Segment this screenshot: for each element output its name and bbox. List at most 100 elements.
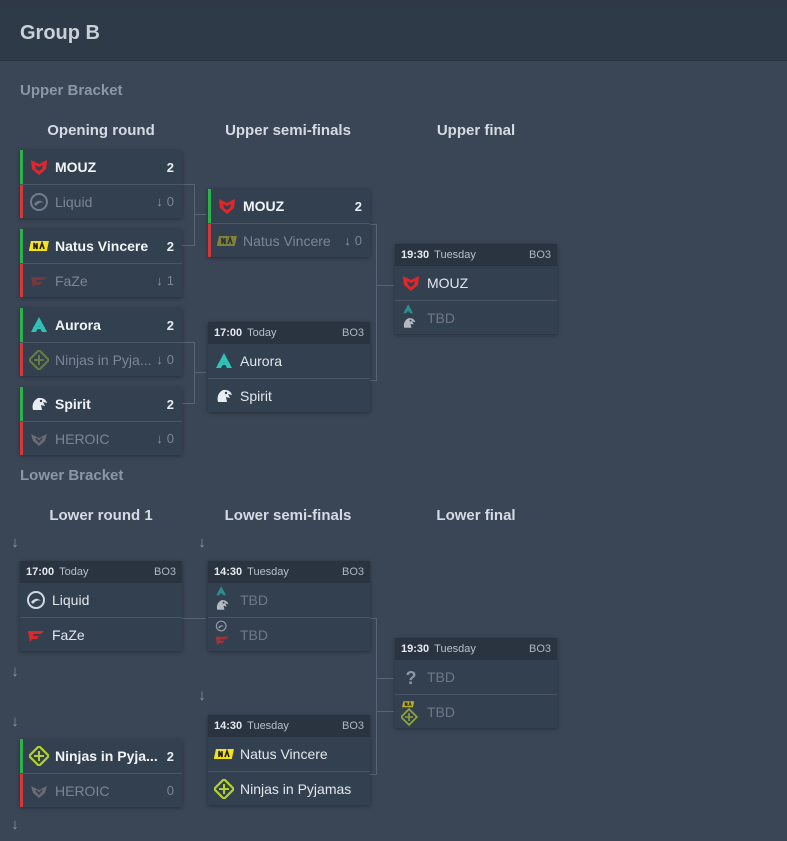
- team-row: HEROIC ↓ 0: [20, 421, 182, 455]
- team-row: FaZe: [20, 617, 182, 651]
- connector: [376, 285, 394, 287]
- team-name: Liquid: [52, 592, 90, 608]
- navi-logo-icon: [217, 231, 237, 251]
- team-name: TBD: [427, 703, 455, 720]
- match-card-opening-1[interactable]: MOUZ 2 Liquid ↓ 0: [20, 150, 182, 218]
- drop-arrow-icon: ↓: [11, 663, 19, 680]
- team-row: Ninjas in Pyja... ↓ 0: [20, 342, 182, 376]
- team-row: Aurora 2: [20, 308, 182, 342]
- match-card-opening-4[interactable]: Spirit 2 HEROIC ↓ 0: [20, 387, 182, 455]
- match-time: 17:00: [26, 566, 55, 578]
- team-row: FaZe ↓ 1: [20, 263, 182, 297]
- drop-arrow-icon: ↓: [198, 534, 206, 551]
- connector: [194, 214, 206, 216]
- group-title: Group B: [20, 22, 100, 44]
- match-card-opening-2[interactable]: Natus Vincere 2 FaZe ↓ 1: [20, 229, 182, 297]
- team-row: TBD: [208, 583, 370, 617]
- team-row: TBD: [395, 660, 557, 694]
- match-header: 19:30 Tuesday BO3: [395, 638, 557, 660]
- team-name: MOUZ: [243, 198, 285, 214]
- team-row: HEROIC 0: [20, 773, 182, 807]
- aurora-spirit-logo-icon: [401, 303, 421, 328]
- match-card-opening-3[interactable]: Aurora 2 Ninjas in Pyja... ↓ 0: [20, 308, 182, 376]
- team-row: TBD: [395, 694, 557, 728]
- match-card-lower-semi-1[interactable]: 14:30 Tuesday BO3 TBD TBD: [208, 561, 370, 651]
- team-score: 0: [166, 431, 174, 446]
- team-name: TBD: [427, 309, 455, 326]
- match-day: Tuesday: [434, 643, 476, 655]
- match-time: 19:30: [401, 249, 430, 261]
- connector: [194, 372, 206, 374]
- team-name: TBD: [240, 592, 268, 608]
- drop-arrow-icon: ↓: [11, 713, 19, 730]
- team-name: Ninjas in Pyjamas: [240, 780, 352, 797]
- faze-logo-icon: [29, 271, 49, 291]
- match-header: 17:00 Today BO3: [20, 561, 182, 583]
- connector: [370, 224, 377, 381]
- team-name: Natus Vincere: [55, 238, 149, 254]
- round-title-lower-final: Lower final: [436, 507, 516, 524]
- team-name: MOUZ: [55, 159, 97, 175]
- round-title-opening: Opening round: [47, 122, 155, 139]
- team-row: TBD: [208, 617, 370, 651]
- team-row: Liquid ↓ 0: [20, 184, 182, 218]
- match-card-upper-semi-2[interactable]: 17:00 Today BO3 Aurora Spirit: [208, 322, 370, 412]
- team-score: 2: [166, 159, 174, 175]
- drop-arrow-icon: ↓: [11, 534, 19, 551]
- liquid-logo-icon: [29, 192, 49, 212]
- match-time: 17:00: [214, 327, 243, 339]
- team-name: Natus Vincere: [240, 746, 328, 762]
- upper-bracket-title: Upper Bracket: [20, 82, 123, 99]
- team-row: MOUZ 2: [208, 189, 370, 223]
- drop-arrow-icon: ↓: [198, 687, 206, 704]
- team-score: 0: [354, 233, 362, 248]
- team-name: Natus Vincere: [243, 232, 331, 249]
- liquid-logo-icon: [26, 590, 46, 610]
- team-row: Aurora: [208, 344, 370, 378]
- match-time: 14:30: [214, 566, 243, 578]
- team-row: Natus Vincere 2: [20, 229, 182, 263]
- connector: [376, 711, 394, 713]
- aurora-logo-icon: [214, 351, 234, 371]
- team-row: Natus Vincere: [208, 737, 370, 771]
- drop-down-arrow-icon: ↓: [156, 273, 163, 288]
- round-title-upper-semi: Upper semi-finals: [225, 122, 351, 139]
- team-score: 2: [354, 198, 362, 214]
- match-card-lower-r1-2[interactable]: Ninjas in Pyja... 2 HEROIC 0: [20, 739, 182, 807]
- team-name: Aurora: [55, 317, 101, 333]
- team-name: Spirit: [55, 396, 91, 412]
- team-row: Spirit: [208, 378, 370, 412]
- drop-down-arrow-icon: ↓: [344, 233, 351, 248]
- match-time: 19:30: [401, 643, 430, 655]
- match-card-lower-r1-1[interactable]: 17:00 Today BO3 Liquid FaZe: [20, 561, 182, 651]
- team-name: HEROIC: [55, 430, 110, 447]
- match-format: BO3: [341, 327, 364, 339]
- team-name: Aurora: [240, 353, 283, 369]
- team-name: FaZe: [55, 272, 88, 289]
- match-card-lower-final[interactable]: 19:30 Tuesday BO3 TBD TBD: [395, 638, 557, 728]
- spirit-logo-icon: [29, 394, 49, 414]
- round-title-lower-r1: Lower round 1: [49, 507, 153, 524]
- match-card-upper-final[interactable]: 19:30 Tuesday BO3 MOUZ TBD: [395, 244, 557, 334]
- match-card-upper-semi-1[interactable]: MOUZ 2 Natus Vincere ↓ 0: [208, 189, 370, 257]
- faze-logo-icon: [26, 625, 46, 645]
- nip-logo-icon: [29, 349, 49, 370]
- connector: [370, 618, 377, 775]
- question-mark-icon: [401, 667, 421, 687]
- match-header: 17:00 Today BO3: [208, 322, 370, 344]
- team-score: 0: [166, 194, 174, 209]
- team-score: 1: [166, 273, 174, 288]
- match-card-lower-semi-2[interactable]: 14:30 Tuesday BO3 Natus Vincere Ninjas i…: [208, 715, 370, 805]
- match-day: Tuesday: [247, 720, 289, 732]
- aurora-spirit-logo-icon: [214, 586, 234, 610]
- match-format: BO3: [341, 566, 364, 578]
- team-name: TBD: [427, 669, 455, 685]
- team-name: FaZe: [52, 626, 85, 643]
- team-score: 2: [166, 396, 174, 412]
- navi-nip-logo-icon: [401, 700, 421, 726]
- navi-logo-icon: [214, 744, 234, 764]
- round-title-upper-final: Upper final: [436, 122, 516, 139]
- team-row: TBD: [395, 300, 557, 334]
- team-name: Ninjas in Pyja...: [55, 351, 152, 368]
- heroic-logo-icon: [29, 429, 49, 449]
